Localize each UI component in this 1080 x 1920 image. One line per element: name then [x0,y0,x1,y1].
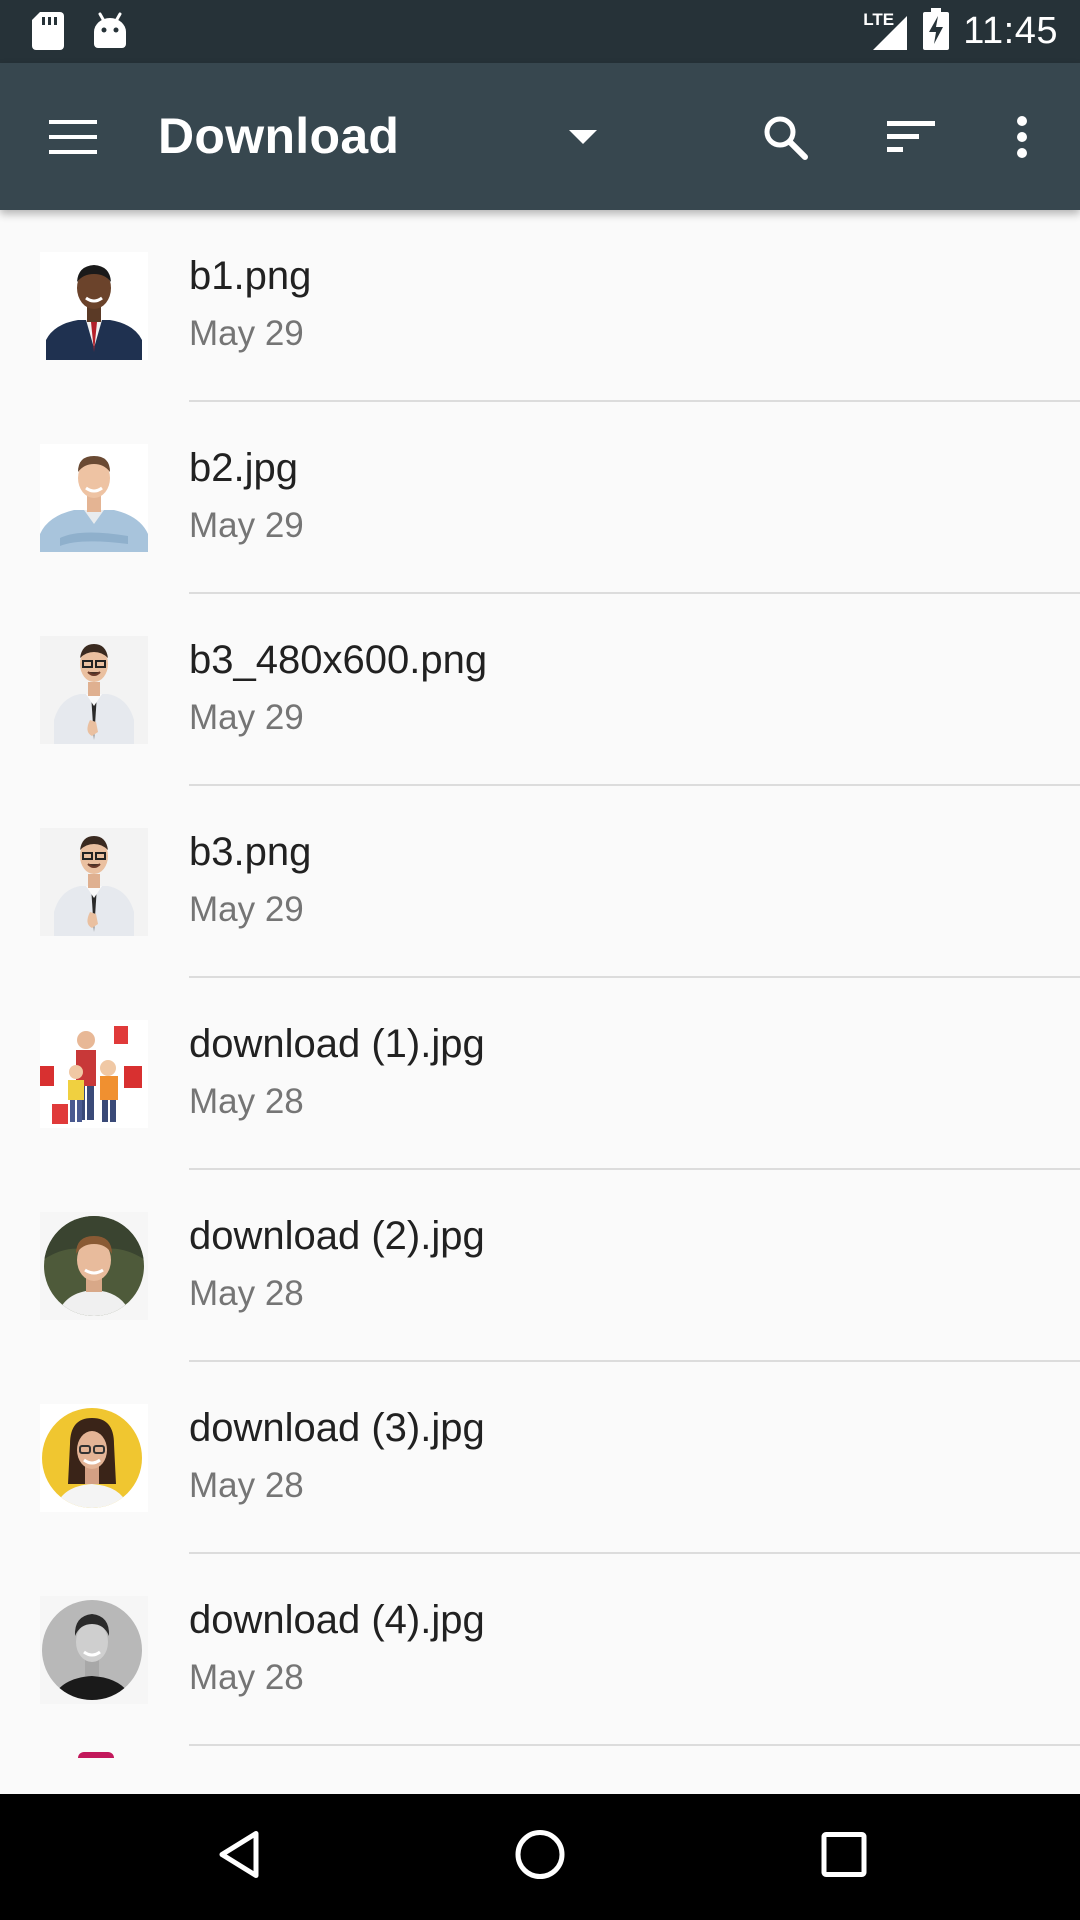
file-row[interactable]: download (2).jpg May 28 [0,1170,1080,1362]
app-bar: Download [0,63,1080,210]
file-name: b2.jpg [189,446,298,490]
file-thumbnail [40,444,148,552]
file-thumbnail [40,828,148,936]
file-row[interactable]: download (1).jpg May 28 [0,978,1080,1170]
file-thumbnail [40,1404,148,1512]
file-row-partial [0,1746,1080,1794]
file-thumbnail [40,1020,148,1128]
home-icon[interactable] [514,1829,566,1886]
file-date: May 29 [189,890,304,929]
file-name: b1.png [189,254,312,298]
file-name: b3_480x600.png [189,638,488,682]
file-row[interactable]: b1.png May 29 [0,210,1080,402]
file-name: download (2).jpg [189,1214,485,1258]
sort-icon[interactable] [886,112,936,162]
dropdown-arrow-icon[interactable] [568,122,598,152]
file-row[interactable]: b3.png May 29 [0,786,1080,978]
file-name: download (3).jpg [189,1406,485,1450]
file-thumbnail [40,1212,148,1320]
navigation-bar [0,1794,1080,1920]
file-date: May 28 [189,1466,304,1505]
file-row[interactable]: download (4).jpg May 28 [0,1554,1080,1746]
screen: LTE 11:45 Download b1.png May 29 b2.jpg … [0,0,1080,1920]
file-date: May 29 [189,314,304,353]
file-name: download (4).jpg [189,1598,485,1642]
back-icon[interactable] [216,1830,260,1885]
sd-card-icon [32,12,64,55]
file-row[interactable]: b2.jpg May 29 [0,402,1080,594]
file-date: May 29 [189,506,304,545]
signal-icon: LTE [863,10,909,52]
file-row[interactable]: download (3).jpg May 28 [0,1362,1080,1554]
file-row[interactable]: b3_480x600.png May 29 [0,594,1080,786]
file-date: May 28 [189,1658,304,1697]
clock: 11:45 [963,10,1058,52]
file-thumbnail [40,636,148,744]
file-date: May 28 [189,1274,304,1313]
menu-icon[interactable] [48,112,98,162]
file-thumbnail [40,1596,148,1704]
android-icon [92,12,128,55]
file-list: b1.png May 29 b2.jpg May 29 b3_480x600.p… [0,210,1080,1794]
more-vert-icon[interactable] [1010,112,1034,162]
file-thumbnail [40,252,148,360]
file-thumbnail-partial [78,1752,114,1758]
status-bar: LTE 11:45 [0,0,1080,63]
file-name: download (1).jpg [189,1022,485,1066]
file-date: May 29 [189,698,304,737]
recents-icon[interactable] [821,1832,867,1883]
battery-charging-icon [923,8,950,55]
page-title[interactable]: Download [158,63,399,210]
search-icon[interactable] [760,112,810,162]
file-date: May 28 [189,1082,304,1121]
file-name: b3.png [189,830,312,874]
